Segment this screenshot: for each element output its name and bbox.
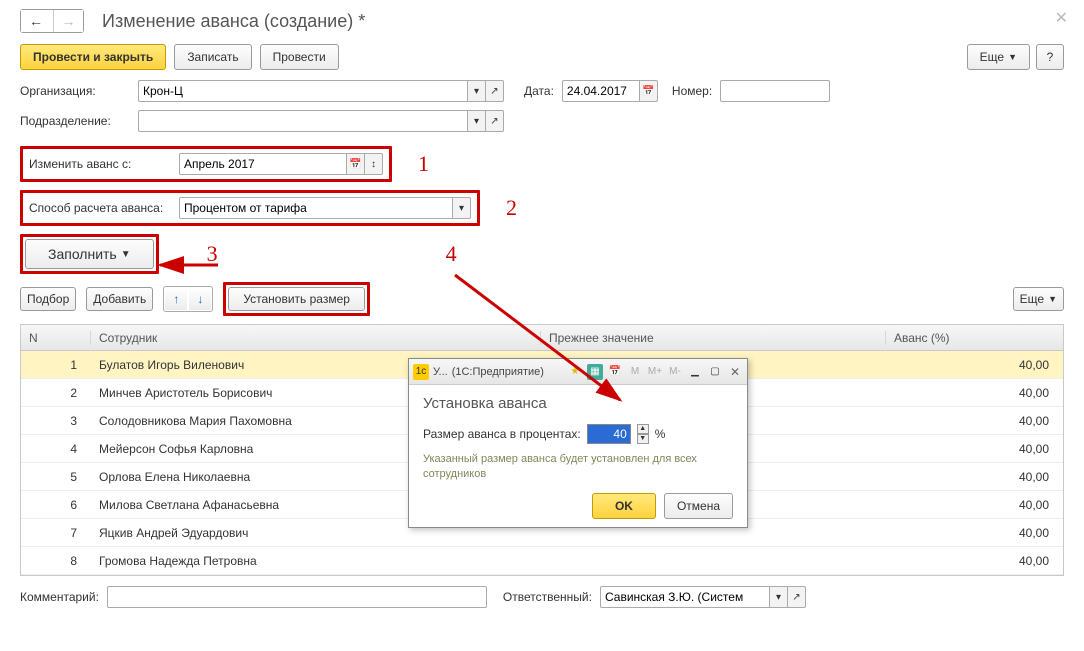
- ok-button[interactable]: OK: [592, 493, 656, 519]
- cell-n: 5: [21, 470, 91, 484]
- number-input[interactable]: [720, 80, 830, 102]
- fill-button[interactable]: Заполнить▼: [25, 239, 154, 269]
- annotation-marker-2: 2: [506, 195, 517, 221]
- cell-n: 2: [21, 386, 91, 400]
- comment-input[interactable]: [107, 586, 487, 608]
- move-down-button[interactable]: ↓: [189, 288, 211, 310]
- pick-button[interactable]: Подбор: [20, 287, 76, 311]
- cell-employee: Громова Надежда Петровна: [91, 554, 541, 568]
- post-and-close-button[interactable]: Провести и закрыть: [20, 44, 166, 70]
- help-button[interactable]: ?: [1036, 44, 1064, 70]
- advance-size-input[interactable]: [587, 424, 631, 444]
- comment-label: Комментарий:: [20, 590, 99, 604]
- nav-forward-button[interactable]: →: [53, 10, 83, 32]
- responsible-input[interactable]: [600, 586, 770, 608]
- dept-open-icon[interactable]: ↗: [486, 110, 504, 132]
- org-open-icon[interactable]: ↗: [486, 80, 504, 102]
- minimize-icon[interactable]: ▁: [687, 364, 703, 380]
- cell-n: 3: [21, 414, 91, 428]
- m-icon[interactable]: M: [627, 364, 643, 380]
- table-row[interactable]: 8Громова Надежда Петровна 40,00: [21, 547, 1063, 575]
- page-title: Изменение аванса (создание) *: [102, 11, 365, 32]
- dialog-hint: Указанный размер аванса будет установлен…: [423, 452, 733, 483]
- method-dropdown-icon[interactable]: ▾: [453, 197, 471, 219]
- dialog-title-app: (1С:Предприятие): [452, 366, 544, 378]
- spin-down-button[interactable]: ▼: [637, 434, 649, 444]
- org-dropdown-icon[interactable]: ▾: [468, 80, 486, 102]
- cell-advance: 40,00: [886, 526, 1063, 540]
- org-label: Организация:: [20, 84, 130, 98]
- col-employee[interactable]: Сотрудник: [91, 331, 541, 345]
- cancel-button[interactable]: Отмена: [664, 493, 733, 519]
- date-input[interactable]: [562, 80, 640, 102]
- annotation-marker-1: 1: [418, 151, 429, 177]
- advance-size-label: Размер аванса в процентах:: [423, 427, 581, 441]
- cell-n: 8: [21, 554, 91, 568]
- org-input[interactable]: [138, 80, 468, 102]
- cell-advance: 40,00: [886, 554, 1063, 568]
- dept-label: Подразделение:: [20, 114, 130, 128]
- favorite-icon[interactable]: ★: [567, 364, 583, 380]
- responsible-label: Ответственный:: [503, 590, 592, 604]
- change-from-input[interactable]: [179, 153, 347, 175]
- col-n[interactable]: N: [21, 331, 91, 345]
- annotation-marker-3: 3: [207, 241, 218, 267]
- mminus-icon[interactable]: M-: [667, 364, 683, 380]
- move-buttons: ↑ ↓: [163, 286, 213, 312]
- calendar-icon[interactable]: 📅: [347, 153, 365, 175]
- cell-advance: 40,00: [886, 498, 1063, 512]
- advance-dialog: 1c У... (1С:Предприятие) ★ ▦ 📅 M M+ M- ▁…: [408, 358, 748, 528]
- calendar-tb-icon[interactable]: 📅: [607, 364, 623, 380]
- col-advance[interactable]: Аванс (%): [886, 331, 1063, 345]
- dialog-heading: Установка аванса: [423, 395, 733, 412]
- more-button[interactable]: Еще▼: [967, 44, 1030, 70]
- nav-back-button[interactable]: ←: [21, 10, 51, 32]
- spinner-icon[interactable]: ↕: [365, 153, 383, 175]
- cell-advance: 40,00: [886, 358, 1063, 372]
- percent-label: %: [655, 427, 666, 441]
- cell-advance: 40,00: [886, 442, 1063, 456]
- spin-up-button[interactable]: ▲: [637, 424, 649, 434]
- move-up-button[interactable]: ↑: [165, 288, 187, 310]
- dialog-close-icon[interactable]: ✕: [727, 365, 743, 379]
- number-label: Номер:: [672, 84, 712, 98]
- annotation-marker-4: 4: [446, 241, 457, 267]
- responsible-open-icon[interactable]: ↗: [788, 586, 806, 608]
- dept-dropdown-icon[interactable]: ▾: [468, 110, 486, 132]
- nav-arrows: ← →: [20, 9, 84, 33]
- method-input[interactable]: [179, 197, 453, 219]
- save-button[interactable]: Записать: [174, 44, 251, 70]
- change-from-label: Изменить аванс с:: [29, 157, 169, 171]
- date-label: Дата:: [524, 84, 554, 98]
- responsible-dropdown-icon[interactable]: ▾: [770, 586, 788, 608]
- advance-spinner: ▲ ▼: [637, 424, 649, 444]
- set-size-button[interactable]: Установить размер: [228, 287, 365, 311]
- add-button[interactable]: Добавить: [86, 287, 153, 311]
- calendar-icon[interactable]: 📅: [640, 80, 658, 102]
- dialog-title-short: У...: [433, 366, 448, 378]
- dept-input[interactable]: [138, 110, 468, 132]
- method-label: Способ расчета аванса:: [29, 201, 169, 215]
- col-prev[interactable]: Прежнее значение: [541, 331, 886, 345]
- app-icon: 1c: [413, 364, 429, 380]
- cell-n: 7: [21, 526, 91, 540]
- cell-advance: 40,00: [886, 386, 1063, 400]
- table-more-button[interactable]: Еще▼: [1013, 287, 1064, 311]
- mplus-icon[interactable]: M+: [647, 364, 663, 380]
- cell-n: 1: [21, 358, 91, 372]
- close-icon[interactable]: ✕: [1055, 8, 1068, 28]
- post-button[interactable]: Провести: [260, 44, 339, 70]
- cell-advance: 40,00: [886, 470, 1063, 484]
- cell-advance: 40,00: [886, 414, 1063, 428]
- cell-n: 6: [21, 498, 91, 512]
- calc-icon[interactable]: ▦: [587, 364, 603, 380]
- restore-icon[interactable]: ▢: [707, 364, 723, 380]
- cell-n: 4: [21, 442, 91, 456]
